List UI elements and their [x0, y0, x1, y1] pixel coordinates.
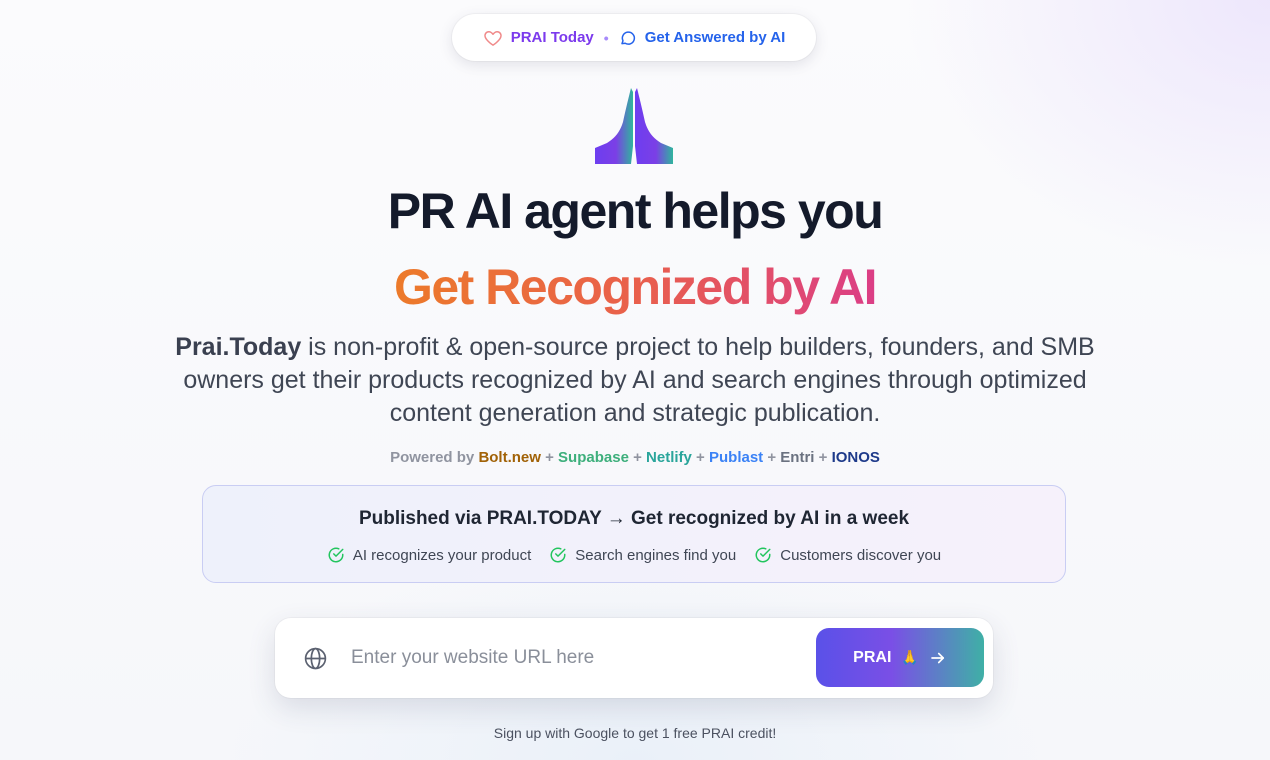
hero-subheadline: Get Recognized by AI	[0, 258, 1270, 316]
url-search-box: PRAI 🙏	[275, 618, 993, 698]
benefits-card: Published via PRAI.TODAY → Get recognize…	[202, 485, 1066, 583]
benefits-card-title: Published via PRAI.TODAY → Get recognize…	[358, 508, 910, 529]
plus-separator: +	[814, 449, 832, 466]
powered-by-line: Powered by Bolt.new + Supabase + Netlify…	[0, 449, 1270, 466]
plus-separator: +	[691, 449, 709, 466]
partner-entri[interactable]: Entri	[780, 449, 814, 466]
hero-headline: PR AI agent helps you	[387, 183, 884, 239]
prai-submit-button[interactable]: PRAI 🙏	[816, 628, 984, 687]
benefit-item: Search engines find you	[549, 546, 736, 564]
hero-subheadline-text: Get Recognized by AI	[393, 259, 878, 315]
signup-hint: Sign up with Google to get 1 free PRAI c…	[493, 725, 777, 741]
benefit-label: Search engines find you	[575, 546, 737, 564]
praying-hands-icon	[593, 86, 675, 164]
plus-separator: +	[763, 449, 781, 466]
top-pill-badge[interactable]: PRAI Today • Get Answered by AI	[452, 14, 816, 61]
pill-tagline-label: Get Answered by AI	[644, 29, 786, 46]
pill-separator: •	[603, 29, 609, 46]
benefit-label: Customers discover you	[780, 546, 942, 564]
submit-button-label: PRAI	[853, 648, 892, 666]
partner-supabase[interactable]: Supabase	[558, 449, 629, 466]
description-body: is non-profit & open-source project to h…	[183, 333, 1095, 427]
website-url-input[interactable]	[351, 638, 791, 678]
partner-bolt-new[interactable]: Bolt.new	[478, 449, 541, 466]
benefit-item: Customers discover you	[754, 546, 941, 564]
globe-icon	[303, 646, 328, 671]
plus-separator: +	[628, 449, 647, 466]
hero-description: Prai.Today is non-profit & open-source p…	[140, 331, 1130, 430]
pill-brand-label: PRAI Today	[510, 29, 594, 46]
arrow-right-icon	[931, 652, 944, 663]
check-circle-icon	[755, 547, 771, 563]
partner-netlify[interactable]: Netlify	[646, 449, 692, 466]
benefits-list: AI recognizes your product Search engine…	[203, 546, 1065, 564]
check-circle-icon	[328, 547, 344, 563]
partner-publast[interactable]: Publast	[709, 449, 763, 466]
description-brand: Prai.Today	[175, 333, 302, 361]
plus-separator: +	[540, 449, 559, 466]
heart-icon	[483, 28, 503, 48]
chat-bubble-icon	[619, 29, 637, 47]
powered-by-prefix: Powered by	[390, 449, 479, 466]
benefit-item: AI recognizes your product	[327, 546, 531, 564]
partner-ionos[interactable]: IONOS	[832, 449, 880, 466]
benefit-label: AI recognizes your product	[352, 546, 532, 564]
praying-hands-emoji: 🙏	[901, 649, 919, 665]
check-circle-icon	[550, 547, 566, 563]
